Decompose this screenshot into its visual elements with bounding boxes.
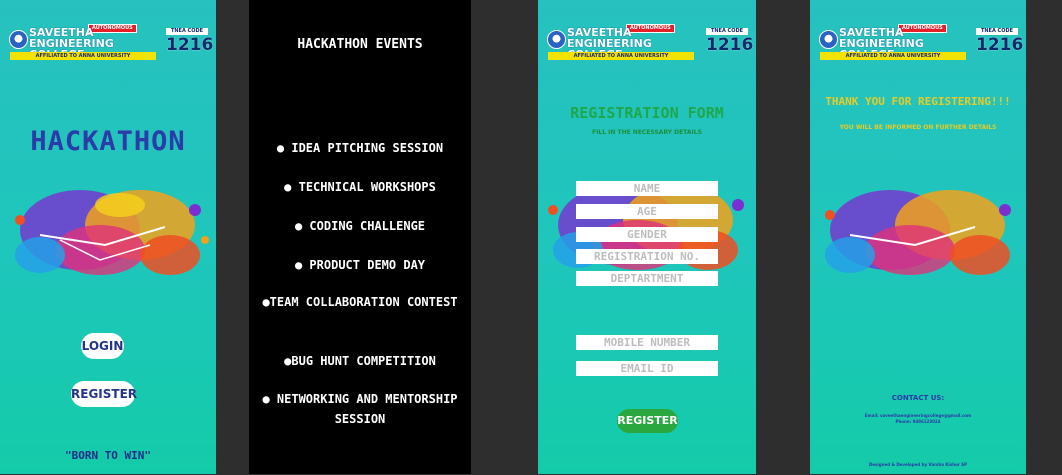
name-field[interactable]: NAME <box>576 181 718 196</box>
login-button[interactable]: LOGIN <box>81 333 124 359</box>
tnea-code: 1216 <box>976 35 1024 55</box>
hackathon-title: HACKATHON <box>30 126 186 157</box>
events-title: HACKATHON EVENTS <box>297 37 423 52</box>
college-crest-icon <box>819 30 838 49</box>
mobile-number-field[interactable]: MOBILE NUMBER <box>576 335 718 350</box>
tnea-code-block: TNEA CODE 1216 <box>706 28 753 54</box>
contact-email[interactable]: Email: saveethaengineeringcollege@gmail.… <box>810 413 1026 418</box>
tnea-code-block: TNEA CODE 1216 <box>976 28 1023 54</box>
credit-text: Designed & Developed by Varsha Kishor SP <box>868 462 967 467</box>
tnea-code: 1216 <box>706 35 754 55</box>
registration-no-field[interactable]: REGISTRATION NO. <box>576 249 718 264</box>
college-crest-icon <box>9 30 28 49</box>
event-item[interactable]: ● PRODUCT DEMO DAY <box>259 255 461 275</box>
tnea-code-block: TNEA CODE 1216 <box>166 28 213 54</box>
tnea-code: 1216 <box>166 35 214 55</box>
college-header: AUTONOMOUS SAVEETHA ENGINEERING COLLEGE … <box>810 0 1026 66</box>
email-field[interactable]: EMAIL ID <box>576 361 718 376</box>
graduation-cap-splash-icon <box>825 190 1011 275</box>
screen-events: HACKATHON EVENTS ● IDEA PITCHING SESSION… <box>249 0 471 474</box>
tnea-label: TNEA CODE <box>706 28 748 35</box>
affiliation-strip: AFFILIATED TO ANNA UNIVERSITY <box>820 52 966 60</box>
screen-home: AUTONOMOUS SAVEETHA ENGINEERING COLLEGE … <box>0 0 216 474</box>
gender-field[interactable]: GENDER <box>576 227 718 242</box>
affiliation-strip: AFFILIATED TO ANNA UNIVERSITY <box>548 52 694 60</box>
affiliation-strip: AFFILIATED TO ANNA UNIVERSITY <box>10 52 156 60</box>
screen-registration: AUTONOMOUS SAVEETHA ENGINEERING COLLEGE … <box>538 0 756 474</box>
submit-register-button[interactable]: REGISTER <box>617 409 678 433</box>
event-item[interactable]: ● NETWORKING AND MENTORSHIP SESSION <box>259 389 461 429</box>
inform-text: YOU WILL BE INFORMED ON FURTHER DETAILS <box>839 124 997 131</box>
motto-text: "BORN TO WIN" <box>64 449 152 462</box>
event-item[interactable]: ● IDEA PITCHING SESSION <box>259 138 461 158</box>
event-item[interactable]: ●TEAM COLLABORATION CONTEST <box>259 292 461 312</box>
form-title: REGISTRATION FORM <box>570 104 724 122</box>
event-item[interactable]: ● CODING CHALLENGE <box>259 216 461 236</box>
event-item[interactable]: ●BUG HUNT COMPETITION <box>259 351 461 371</box>
age-field[interactable]: AGE <box>576 204 718 219</box>
college-header: AUTONOMOUS SAVEETHA ENGINEERING COLLEGE … <box>538 0 756 66</box>
tnea-label: TNEA CODE <box>166 28 208 35</box>
screen-thank-you: AUTONOMOUS SAVEETHA ENGINEERING COLLEGE … <box>810 0 1026 474</box>
register-button[interactable]: REGISTER <box>71 381 137 407</box>
event-item[interactable]: ● TECHNICAL WORKSHOPS <box>259 177 461 197</box>
form-subtitle: FILL IN THE NECESSARY DETAILS <box>592 129 702 136</box>
tnea-label: TNEA CODE <box>976 28 1018 35</box>
contact-heading: CONTACT US: <box>891 394 945 402</box>
college-header: AUTONOMOUS SAVEETHA ENGINEERING COLLEGE … <box>0 0 216 66</box>
contact-phone: Phone: 9486123024 <box>895 419 941 424</box>
department-field[interactable]: DEPTARTMENT <box>576 271 718 286</box>
college-crest-icon <box>547 30 566 49</box>
thank-you-heading: THANK YOU FOR REGISTERING!!! <box>825 95 1011 108</box>
graduation-cap-splash-icon <box>15 190 209 275</box>
